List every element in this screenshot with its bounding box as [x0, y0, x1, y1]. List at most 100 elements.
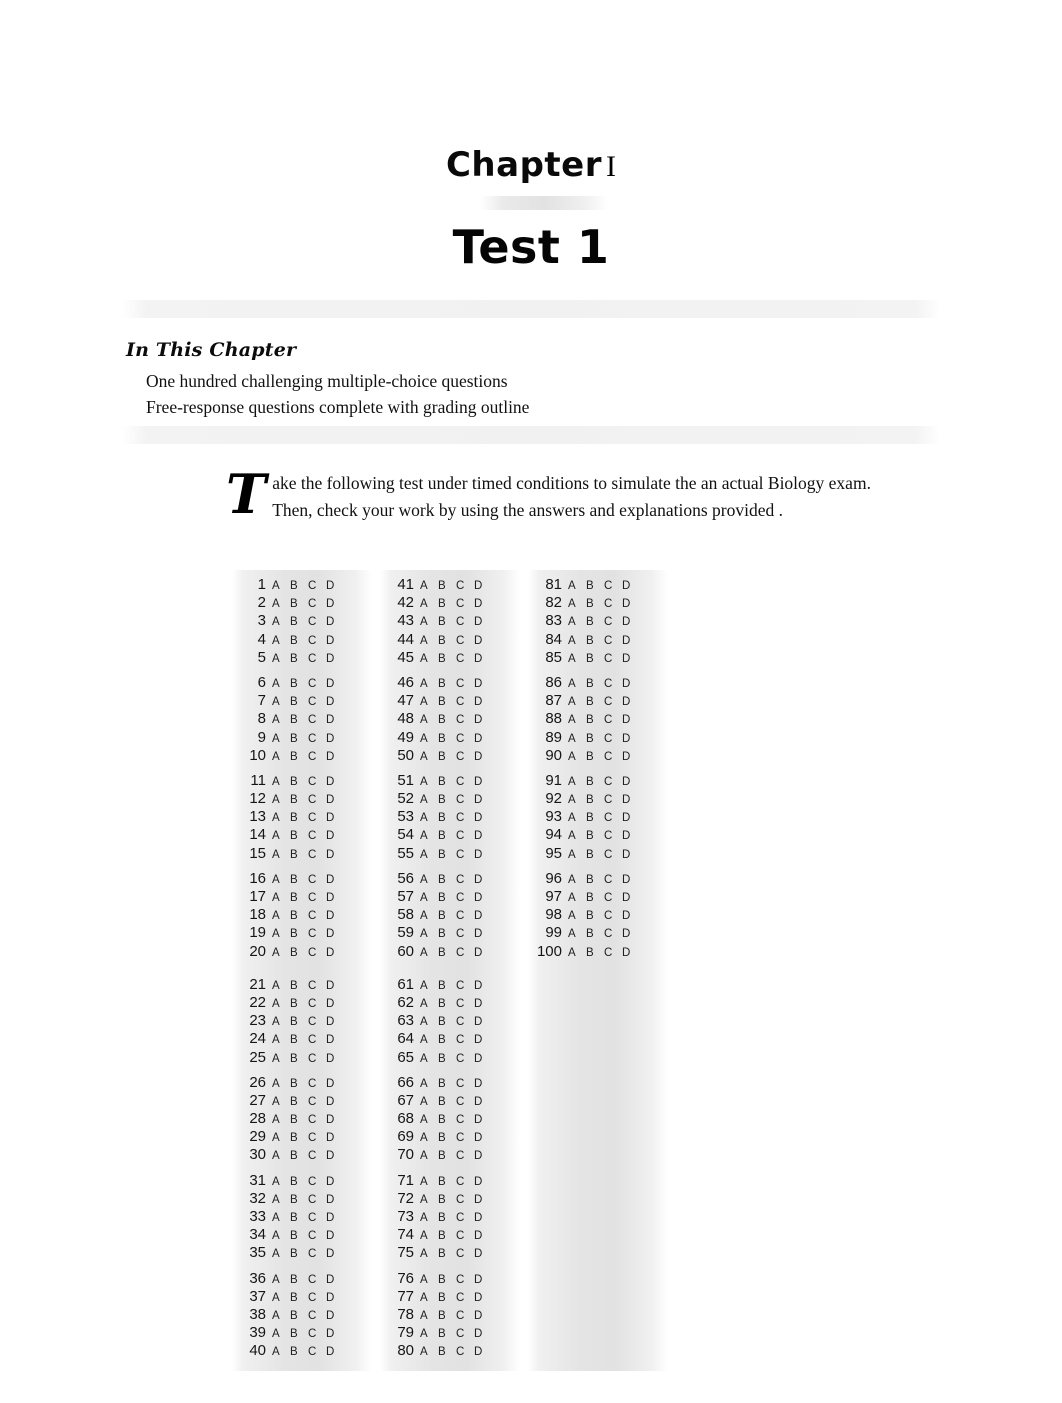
- answer-option-c[interactable]: C: [604, 849, 622, 861]
- answer-option-a[interactable]: A: [272, 1194, 290, 1206]
- answer-option-b[interactable]: B: [586, 733, 604, 745]
- answer-option-d[interactable]: D: [474, 1212, 483, 1224]
- answer-row[interactable]: 15 A B C D: [232, 845, 354, 863]
- answer-option-c[interactable]: C: [308, 696, 326, 708]
- answer-option-d[interactable]: D: [474, 751, 483, 763]
- answer-option-d[interactable]: D: [622, 892, 631, 904]
- answer-option-b[interactable]: B: [290, 1328, 308, 1340]
- answer-option-c[interactable]: C: [604, 580, 622, 592]
- answer-option-b[interactable]: B: [586, 678, 604, 690]
- answer-option-c[interactable]: C: [308, 874, 326, 886]
- answer-option-c[interactable]: C: [308, 1034, 326, 1046]
- answer-option-a[interactable]: A: [420, 696, 438, 708]
- answer-row[interactable]: 16 A B C D: [232, 870, 354, 888]
- answer-row[interactable]: 22 A B C D: [232, 994, 354, 1012]
- answer-option-a[interactable]: A: [420, 1194, 438, 1206]
- answer-option-a[interactable]: A: [420, 812, 438, 824]
- answer-option-d[interactable]: D: [622, 776, 631, 788]
- answer-row[interactable]: 21 A B C D: [232, 976, 354, 994]
- answer-option-c[interactable]: C: [308, 830, 326, 842]
- answer-option-d[interactable]: D: [326, 1274, 335, 1286]
- answer-row[interactable]: 20 A B C D: [232, 943, 354, 961]
- answer-option-d[interactable]: D: [326, 653, 335, 665]
- answer-option-c[interactable]: C: [604, 794, 622, 806]
- answer-option-d[interactable]: D: [622, 653, 631, 665]
- answer-option-b[interactable]: B: [290, 1194, 308, 1206]
- answer-row[interactable]: 73 A B C D: [380, 1208, 502, 1226]
- answer-row[interactable]: 79 A B C D: [380, 1324, 502, 1342]
- answer-option-d[interactable]: D: [326, 928, 335, 940]
- answer-row[interactable]: 28 A B C D: [232, 1110, 354, 1128]
- answer-option-d[interactable]: D: [326, 1310, 335, 1322]
- answer-row[interactable]: 87 A B C D: [528, 692, 650, 710]
- answer-option-b[interactable]: B: [290, 980, 308, 992]
- answer-option-a[interactable]: A: [272, 696, 290, 708]
- answer-option-b[interactable]: B: [438, 678, 456, 690]
- answer-option-d[interactable]: D: [474, 696, 483, 708]
- answer-row[interactable]: 25 A B C D: [232, 1049, 354, 1067]
- answer-option-a[interactable]: A: [568, 714, 586, 726]
- answer-option-b[interactable]: B: [290, 928, 308, 940]
- answer-option-c[interactable]: C: [308, 616, 326, 628]
- answer-option-a[interactable]: A: [568, 733, 586, 745]
- answer-row[interactable]: 58 A B C D: [380, 906, 502, 924]
- answer-option-d[interactable]: D: [326, 874, 335, 886]
- answer-option-a[interactable]: A: [568, 794, 586, 806]
- answer-option-d[interactable]: D: [326, 1212, 335, 1224]
- answer-option-a[interactable]: A: [272, 1132, 290, 1144]
- answer-option-a[interactable]: A: [420, 580, 438, 592]
- answer-row[interactable]: 45 A B C D: [380, 649, 502, 667]
- answer-row[interactable]: 61 A B C D: [380, 976, 502, 994]
- answer-option-b[interactable]: B: [438, 1328, 456, 1340]
- answer-row[interactable]: 31 A B C D: [232, 1172, 354, 1190]
- answer-option-a[interactable]: A: [272, 998, 290, 1010]
- answer-option-b[interactable]: B: [290, 910, 308, 922]
- answer-option-c[interactable]: C: [308, 849, 326, 861]
- answer-option-d[interactable]: D: [326, 1078, 335, 1090]
- answer-option-b[interactable]: B: [290, 830, 308, 842]
- answer-option-a[interactable]: A: [272, 1292, 290, 1304]
- answer-option-d[interactable]: D: [326, 892, 335, 904]
- answer-option-a[interactable]: A: [568, 598, 586, 610]
- answer-row[interactable]: 70 A B C D: [380, 1146, 502, 1164]
- answer-option-c[interactable]: C: [604, 892, 622, 904]
- answer-option-c[interactable]: C: [308, 1194, 326, 1206]
- answer-option-d[interactable]: D: [474, 812, 483, 824]
- answer-option-c[interactable]: C: [456, 1150, 474, 1162]
- answer-option-d[interactable]: D: [326, 1328, 335, 1340]
- answer-option-c[interactable]: C: [456, 928, 474, 940]
- answer-row[interactable]: 41 A B C D: [380, 576, 502, 594]
- answer-option-a[interactable]: A: [272, 616, 290, 628]
- answer-option-d[interactable]: D: [326, 1053, 335, 1065]
- answer-option-b[interactable]: B: [438, 1053, 456, 1065]
- answer-option-a[interactable]: A: [420, 980, 438, 992]
- answer-option-a[interactable]: A: [568, 616, 586, 628]
- answer-option-d[interactable]: D: [622, 947, 631, 959]
- answer-row[interactable]: 92 A B C D: [528, 790, 650, 808]
- answer-option-a[interactable]: A: [568, 812, 586, 824]
- answer-option-d[interactable]: D: [622, 794, 631, 806]
- answer-row[interactable]: 81 A B C D: [528, 576, 650, 594]
- answer-option-c[interactable]: C: [604, 830, 622, 842]
- answer-option-b[interactable]: B: [290, 1248, 308, 1260]
- answer-option-a[interactable]: A: [272, 580, 290, 592]
- answer-option-a[interactable]: A: [272, 892, 290, 904]
- answer-option-d[interactable]: D: [326, 733, 335, 745]
- answer-option-b[interactable]: B: [290, 714, 308, 726]
- answer-option-a[interactable]: A: [272, 1212, 290, 1224]
- answer-option-d[interactable]: D: [474, 1132, 483, 1144]
- answer-row[interactable]: 67 A B C D: [380, 1092, 502, 1110]
- answer-option-d[interactable]: D: [622, 733, 631, 745]
- answer-option-d[interactable]: D: [326, 998, 335, 1010]
- answer-option-a[interactable]: A: [272, 1078, 290, 1090]
- answer-option-a[interactable]: A: [420, 947, 438, 959]
- answer-option-d[interactable]: D: [326, 1096, 335, 1108]
- answer-option-c[interactable]: C: [456, 1034, 474, 1046]
- answer-option-b[interactable]: B: [438, 980, 456, 992]
- answer-option-b[interactable]: B: [438, 849, 456, 861]
- answer-option-d[interactable]: D: [474, 874, 483, 886]
- answer-option-d[interactable]: D: [326, 598, 335, 610]
- answer-option-c[interactable]: C: [604, 776, 622, 788]
- answer-option-c[interactable]: C: [456, 1176, 474, 1188]
- answer-row[interactable]: 72 A B C D: [380, 1190, 502, 1208]
